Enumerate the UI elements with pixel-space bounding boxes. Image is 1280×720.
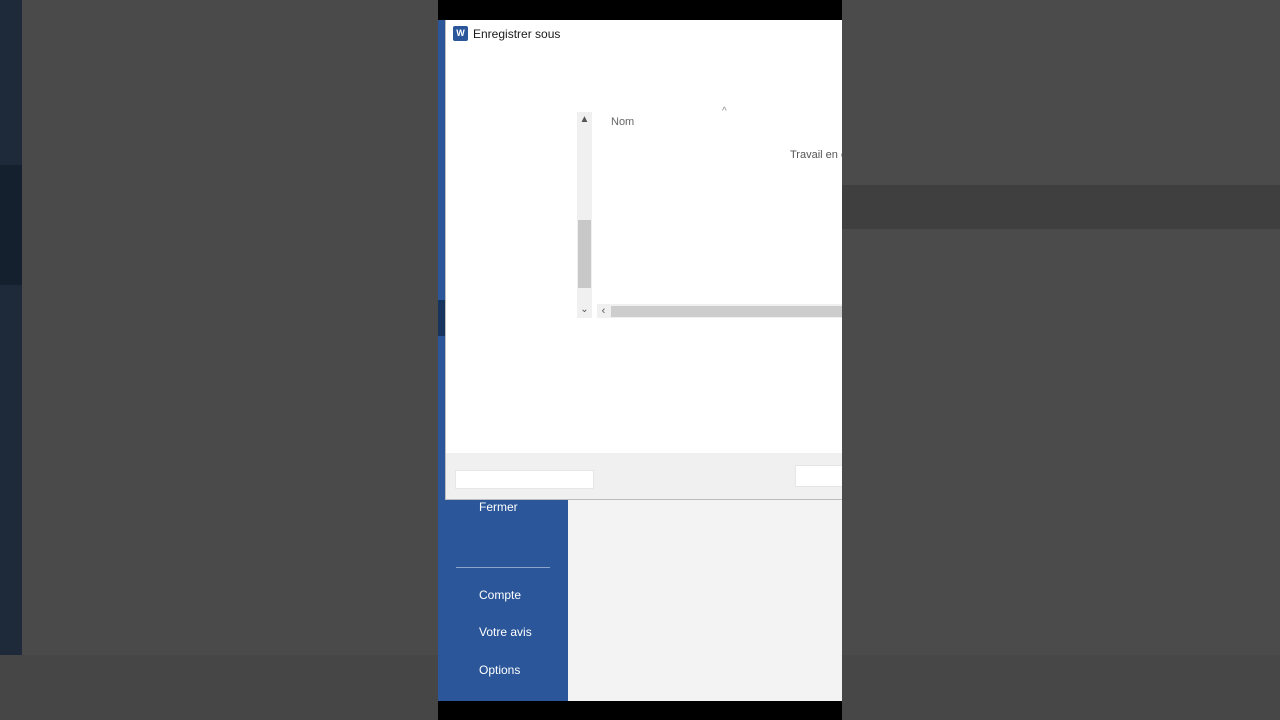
dialog-titlebar[interactable]: W Enregistrer sous bbox=[446, 20, 842, 48]
background-bottom bbox=[0, 655, 438, 720]
save-as-dialog: W Enregistrer sous ▲ ⌄ Nom ^ Travail en … bbox=[445, 20, 842, 500]
backstage-item-votre-avis[interactable]: Votre avis bbox=[479, 625, 532, 639]
dialog-footer bbox=[446, 453, 842, 499]
background-bottom bbox=[842, 655, 1280, 720]
scroll-down-arrow-icon[interactable]: ⌄ bbox=[577, 302, 592, 317]
vertical-scroll-thumb[interactable] bbox=[578, 220, 591, 288]
backstage-item-fermer[interactable]: Fermer bbox=[479, 500, 518, 514]
backstage-item-options[interactable]: Options bbox=[479, 663, 520, 677]
word-app-icon: W bbox=[453, 26, 468, 41]
background-edge bbox=[0, 0, 22, 720]
backstage-active-marker bbox=[438, 300, 445, 336]
dialog-title: Enregistrer sous bbox=[473, 27, 561, 41]
scroll-left-arrow-icon[interactable]: ‹ bbox=[597, 304, 610, 318]
background-edge-dark bbox=[0, 165, 22, 285]
horizontal-scroll-thumb[interactable] bbox=[611, 306, 842, 317]
status-text: Travail en c bbox=[790, 149, 842, 161]
background-band bbox=[842, 185, 1280, 229]
footer-button[interactable] bbox=[795, 465, 842, 487]
backstage-separator bbox=[456, 567, 550, 568]
scroll-up-arrow-icon[interactable]: ▲ bbox=[577, 112, 592, 127]
vertical-scrollbar[interactable]: ▲ ⌄ bbox=[577, 112, 592, 318]
column-header-nom[interactable]: Nom bbox=[611, 116, 634, 128]
horizontal-scrollbar[interactable]: ‹ bbox=[597, 304, 842, 318]
footer-input-field[interactable] bbox=[455, 470, 594, 489]
backstage-item-compte[interactable]: Compte bbox=[479, 588, 521, 602]
background-right bbox=[842, 0, 1280, 720]
chevron-up-icon: ^ bbox=[722, 106, 727, 117]
background-left bbox=[0, 0, 438, 720]
